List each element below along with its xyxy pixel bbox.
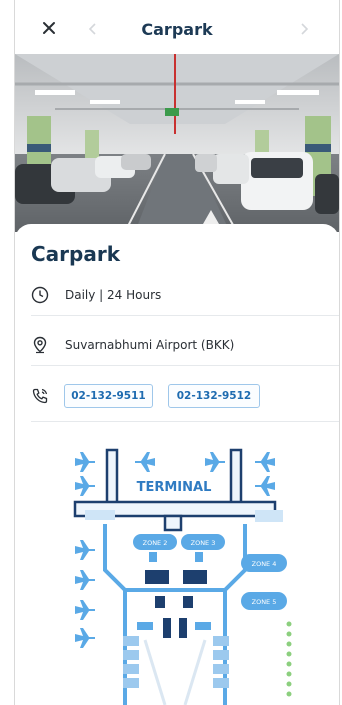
location-text: Suvarnabhumi Airport (BKK) [65,338,235,352]
location-pin-icon [33,336,47,354]
divider [31,365,339,366]
zone-label: ZONE 5 [252,598,277,606]
carpark-photo [15,54,339,232]
zone-label: ZONE 4 [252,560,277,568]
location-row: Suvarnabhumi Airport (BKK) [15,326,339,366]
divider [31,315,339,316]
phone-row: 02-132-9511 02-132-9512 [15,374,339,422]
terminal-label: TERMINAL [137,480,212,495]
clock-icon [31,286,49,304]
divider [31,421,339,422]
hours-row: Daily | 24 Hours [15,276,339,316]
card-title: Carpark [31,242,121,266]
chevron-right-icon[interactable] [298,22,310,36]
top-bar: Carpark [15,0,339,54]
phone-icon [32,388,48,404]
frame-right-border [339,0,340,705]
zone-label: ZONE 2 [143,539,168,547]
hours-text: Daily | 24 Hours [65,288,162,302]
phone-number-button[interactable]: 02-132-9512 [168,384,260,408]
page-title: Carpark [141,20,213,39]
terminal-map: TERMINAL ZONE 2 ZONE 3 ZONE 4 ZONE 5 [45,440,305,705]
phone-number-button[interactable]: 02-132-9511 [64,384,153,408]
zone-label: ZONE 3 [191,539,216,547]
